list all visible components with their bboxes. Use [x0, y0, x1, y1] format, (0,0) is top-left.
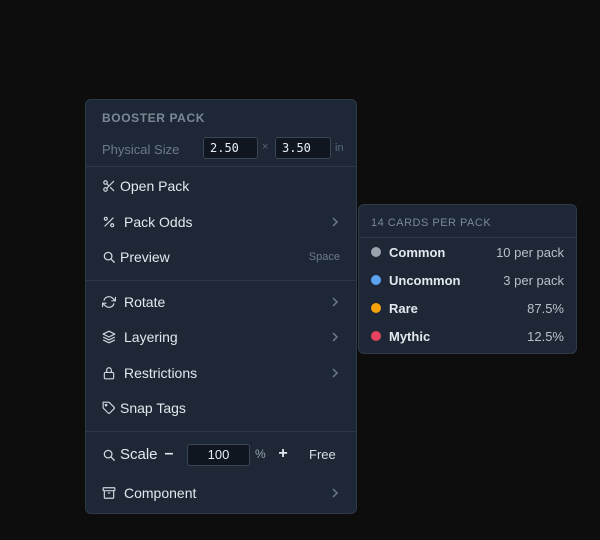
- context-menu: BOOSTER PACK Physical Size 2.50 × 3.50 i…: [85, 99, 357, 514]
- open-pack-label: Open Pack: [120, 178, 190, 194]
- rarity-value: 3 per pack: [503, 273, 564, 288]
- odds-row-common: Common 10 per pack: [359, 240, 576, 264]
- rarity-name: Common: [389, 245, 446, 260]
- search-icon: [102, 448, 116, 462]
- odds-header: 14 CARDS PER PACK: [371, 217, 492, 229]
- restrictions-label: Restrictions: [124, 365, 198, 381]
- search-icon: [102, 250, 116, 264]
- divider: [359, 237, 576, 238]
- odds-row-uncommon: Uncommon 3 per pack: [359, 268, 576, 292]
- rarity-dot: [371, 247, 381, 257]
- size-separator: ×: [262, 141, 269, 153]
- divider: [86, 280, 356, 281]
- width-input[interactable]: 2.50: [203, 137, 258, 159]
- rarity-value: 10 per pack: [496, 245, 564, 260]
- restrictions-item[interactable]: Restrictions: [86, 358, 356, 388]
- preview-label: Preview: [120, 249, 170, 265]
- rotate-label: Rotate: [124, 294, 166, 310]
- rarity-name: Rare: [389, 301, 418, 316]
- chevron-right-icon: [330, 295, 340, 309]
- pack-odds-item[interactable]: Pack Odds: [86, 207, 356, 237]
- snap-tags-label: Snap Tags: [120, 400, 186, 416]
- rotate-icon: [102, 295, 116, 309]
- scale-unit: %: [255, 447, 266, 461]
- chevron-right-icon: [330, 486, 340, 500]
- rarity-dot: [371, 275, 381, 285]
- layering-label: Layering: [124, 329, 178, 345]
- rarity-name: Uncommon: [389, 273, 461, 288]
- rarity-dot: [371, 331, 381, 341]
- lock-icon: [102, 366, 116, 380]
- scale-row: Scale – 100 % + Free: [86, 440, 356, 470]
- menu-header: BOOSTER PACK: [102, 111, 205, 125]
- divider: [86, 431, 356, 432]
- preview-shortcut: Space: [308, 251, 340, 263]
- percent-icon: [102, 215, 116, 229]
- odds-row-rare: Rare 87.5%: [359, 296, 576, 320]
- component-label: Component: [124, 485, 197, 501]
- chevron-right-icon: [330, 215, 340, 229]
- pack-odds-label: Pack Odds: [124, 214, 193, 230]
- rarity-dot: [371, 303, 381, 313]
- open-pack-item[interactable]: Open Pack: [86, 171, 356, 201]
- scissors-icon: [102, 179, 116, 193]
- physical-size-label: Physical Size: [102, 142, 180, 157]
- rarity-value: 87.5%: [527, 301, 564, 316]
- component-item[interactable]: Component: [86, 478, 356, 508]
- tag-icon: [102, 401, 116, 415]
- snap-tags-item[interactable]: Snap Tags: [86, 393, 356, 423]
- preview-item[interactable]: Preview Space: [86, 242, 356, 272]
- scale-decrease-button[interactable]: –: [162, 445, 176, 463]
- scale-input[interactable]: 100: [187, 444, 250, 466]
- height-input[interactable]: 3.50: [275, 137, 331, 159]
- scale-label: Scale: [120, 446, 158, 463]
- chevron-right-icon: [330, 366, 340, 380]
- scale-free-button[interactable]: Free: [309, 447, 336, 462]
- scale-increase-button[interactable]: +: [276, 445, 290, 463]
- size-unit: in: [335, 142, 344, 154]
- rarity-name: Mythic: [389, 329, 431, 344]
- physical-size-row: Physical Size 2.50 × 3.50 in: [86, 137, 356, 161]
- divider: [86, 166, 356, 167]
- chevron-right-icon: [330, 330, 340, 344]
- rotate-item[interactable]: Rotate: [86, 287, 356, 317]
- rarity-value: 12.5%: [527, 329, 564, 344]
- pack-odds-submenu: 14 CARDS PER PACK Common 10 per pack Unc…: [358, 204, 577, 354]
- layers-icon: [102, 330, 116, 344]
- layering-item[interactable]: Layering: [86, 322, 356, 352]
- archive-icon: [102, 486, 116, 500]
- odds-row-mythic: Mythic 12.5%: [359, 324, 576, 348]
